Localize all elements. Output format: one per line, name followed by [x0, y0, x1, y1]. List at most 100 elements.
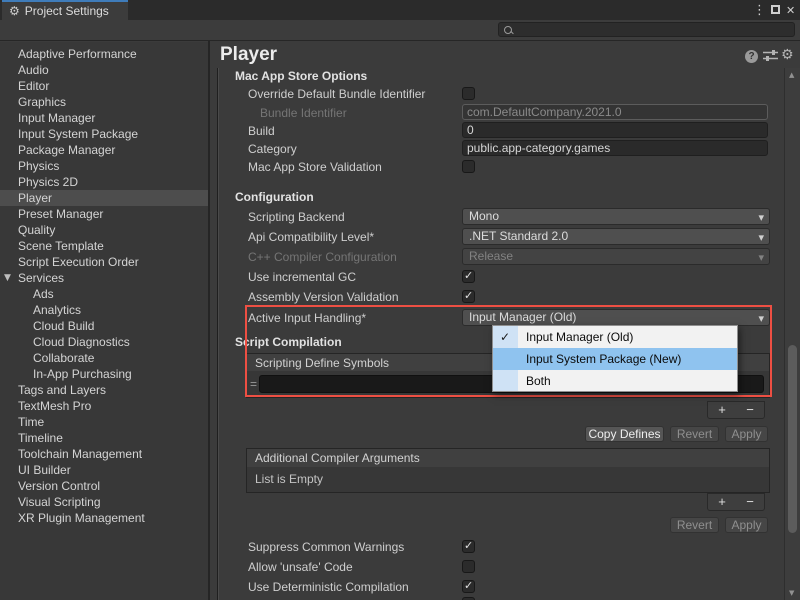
add-button[interactable]: +: [708, 402, 736, 418]
add-button[interactable]: +: [708, 494, 736, 510]
incremental-gc-checkbox[interactable]: ✓: [462, 270, 475, 283]
sidebar-item-textmesh-pro[interactable]: TextMesh Pro: [0, 398, 208, 414]
active-input-handling-menu: ✓ Input Manager (Old) Input System Packa…: [492, 325, 738, 392]
close-icon[interactable]: ✕: [786, 4, 795, 17]
category-field[interactable]: public.app-category.games: [462, 140, 768, 156]
api-compat-label: Api Compatibility Level*: [248, 229, 374, 245]
dropdown-value: Mono: [469, 209, 499, 223]
deterministic-checkbox[interactable]: ✓: [462, 580, 475, 593]
sidebar-item-toolchain-management[interactable]: Toolchain Management: [0, 446, 208, 462]
sidebar-item-timeline[interactable]: Timeline: [0, 430, 208, 446]
tab-title: Project Settings: [25, 4, 109, 18]
compiler-arguments-header: Additional Compiler Arguments: [246, 448, 770, 468]
maximize-icon[interactable]: [771, 5, 780, 14]
foldout-expanded-icon[interactable]: ▼: [4, 270, 11, 286]
tab-strip: ⚙ Project Settings ⋮ ✕: [0, 0, 800, 20]
compiler-arguments-empty: List is Empty: [246, 467, 770, 493]
menu-item-label: Input Manager (Old): [526, 330, 633, 344]
sidebar-item-player[interactable]: Player: [0, 190, 208, 206]
checkmark-icon: ✓: [464, 579, 473, 592]
checkmark-icon: ✓: [500, 326, 510, 348]
apply-button: Apply: [725, 517, 768, 533]
gear-icon[interactable]: ⚙: [781, 47, 794, 63]
chevron-down-icon: ▾: [758, 230, 764, 245]
sidebar-item-input-manager[interactable]: Input Manager: [0, 110, 208, 126]
menu-item-input-manager-old[interactable]: ✓ Input Manager (Old): [493, 326, 737, 348]
suppress-warnings-label: Suppress Common Warnings: [248, 539, 404, 555]
menu-item-both[interactable]: Both: [493, 370, 737, 392]
chevron-down-icon: ▾: [758, 210, 764, 225]
sidebar-item-package-manager[interactable]: Package Manager: [0, 142, 208, 158]
suppress-warnings-checkbox[interactable]: ✓: [462, 540, 475, 553]
remove-button[interactable]: −: [736, 402, 764, 418]
build-field[interactable]: 0: [462, 122, 768, 138]
sidebar-item-scene-template[interactable]: Scene Template: [0, 238, 208, 254]
sidebar-item-quality[interactable]: Quality: [0, 222, 208, 238]
sidebar-item-ui-builder[interactable]: UI Builder: [0, 462, 208, 478]
sidebar-item-adaptive-performance[interactable]: Adaptive Performance: [0, 46, 208, 62]
cpp-config-label: C++ Compiler Configuration: [248, 249, 397, 265]
menu-item-input-system-package-new[interactable]: Input System Package (New): [493, 348, 737, 370]
help-icon[interactable]: ?: [745, 50, 758, 63]
sidebar-divider[interactable]: [208, 41, 210, 600]
section-header-mac-app-store: Mac App Store Options: [235, 69, 367, 83]
dropdown-value: .NET Standard 2.0: [469, 229, 568, 243]
scroll-down-icon[interactable]: ▼: [789, 589, 794, 597]
sidebar-item-cloud-diagnostics[interactable]: Cloud Diagnostics: [0, 334, 208, 350]
sidebar-item-time[interactable]: Time: [0, 414, 208, 430]
copy-defines-button[interactable]: Copy Defines: [585, 426, 664, 442]
scrollbar-thumb[interactable]: [788, 345, 797, 533]
sidebar-item-physics-2d[interactable]: Physics 2D: [0, 174, 208, 190]
revert-button: Revert: [670, 426, 719, 442]
sidebar-item-cloud-build[interactable]: Cloud Build: [0, 318, 208, 334]
checkmark-icon: ✓: [464, 289, 473, 302]
page-title: Player: [220, 44, 277, 66]
chevron-down-icon: ▾: [758, 250, 764, 265]
api-compat-dropdown[interactable]: .NET Standard 2.0 ▾: [462, 228, 770, 245]
kebab-menu-icon[interactable]: ⋮: [753, 3, 766, 18]
cpp-config-dropdown: Release ▾: [462, 248, 770, 265]
sidebar-item-script-execution-order[interactable]: Script Execution Order: [0, 254, 208, 270]
override-bundle-checkbox[interactable]: [462, 87, 475, 100]
sidebar-item-version-control[interactable]: Version Control: [0, 478, 208, 494]
active-input-handling-label: Active Input Handling*: [248, 310, 366, 326]
section-header-configuration: Configuration: [235, 190, 314, 204]
sidebar-item-services[interactable]: ▼ Services: [0, 270, 208, 286]
tab-project-settings[interactable]: ⚙ Project Settings: [2, 0, 128, 20]
sidebar-item-visual-scripting[interactable]: Visual Scripting: [0, 494, 208, 510]
search-box[interactable]: [498, 22, 795, 37]
preset-icon[interactable]: [763, 49, 778, 62]
sidebar-item-xr-plugin-management[interactable]: XR Plugin Management: [0, 510, 208, 526]
allow-unsafe-checkbox[interactable]: [462, 560, 475, 573]
sidebar-item-analytics[interactable]: Analytics: [0, 302, 208, 318]
search-input[interactable]: [516, 23, 780, 37]
incremental-gc-label: Use incremental GC: [248, 269, 356, 285]
vertical-scrollbar[interactable]: ▲ ▼: [784, 68, 800, 600]
settings-sidebar: Adaptive Performance Audio Editor Graphi…: [0, 42, 208, 600]
menu-item-label: Input System Package (New): [526, 352, 681, 366]
sidebar-item-ads[interactable]: Ads: [0, 286, 208, 302]
active-input-handling-dropdown[interactable]: Input Manager (Old) ▾: [462, 309, 770, 326]
sidebar-item-audio[interactable]: Audio: [0, 62, 208, 78]
scroll-up-icon[interactable]: ▲: [789, 71, 794, 79]
sidebar-item-preset-manager[interactable]: Preset Manager: [0, 206, 208, 222]
sidebar-item-editor[interactable]: Editor: [0, 78, 208, 94]
scripting-backend-label: Scripting Backend: [248, 209, 345, 225]
bundle-identifier-field: com.DefaultCompany.2021.0: [462, 104, 768, 120]
apply-button: Apply: [725, 426, 768, 442]
remove-button[interactable]: −: [736, 494, 764, 510]
deterministic-label: Use Deterministic Compilation: [248, 579, 409, 595]
reorder-handle-icon[interactable]: =: [250, 377, 257, 391]
scripting-backend-dropdown[interactable]: Mono ▾: [462, 208, 770, 225]
sidebar-item-in-app-purchasing[interactable]: In-App Purchasing: [0, 366, 208, 382]
assembly-validation-checkbox[interactable]: ✓: [462, 290, 475, 303]
chevron-down-icon: ▾: [758, 311, 764, 326]
sidebar-item-collaborate[interactable]: Collaborate: [0, 350, 208, 366]
sidebar-item-tags-and-layers[interactable]: Tags and Layers: [0, 382, 208, 398]
sidebar-item-graphics[interactable]: Graphics: [0, 94, 208, 110]
mac-validation-checkbox[interactable]: [462, 160, 475, 173]
sidebar-item-physics[interactable]: Physics: [0, 158, 208, 174]
assembly-validation-label: Assembly Version Validation: [248, 289, 399, 305]
build-label: Build: [248, 123, 275, 139]
sidebar-item-input-system-package[interactable]: Input System Package: [0, 126, 208, 142]
